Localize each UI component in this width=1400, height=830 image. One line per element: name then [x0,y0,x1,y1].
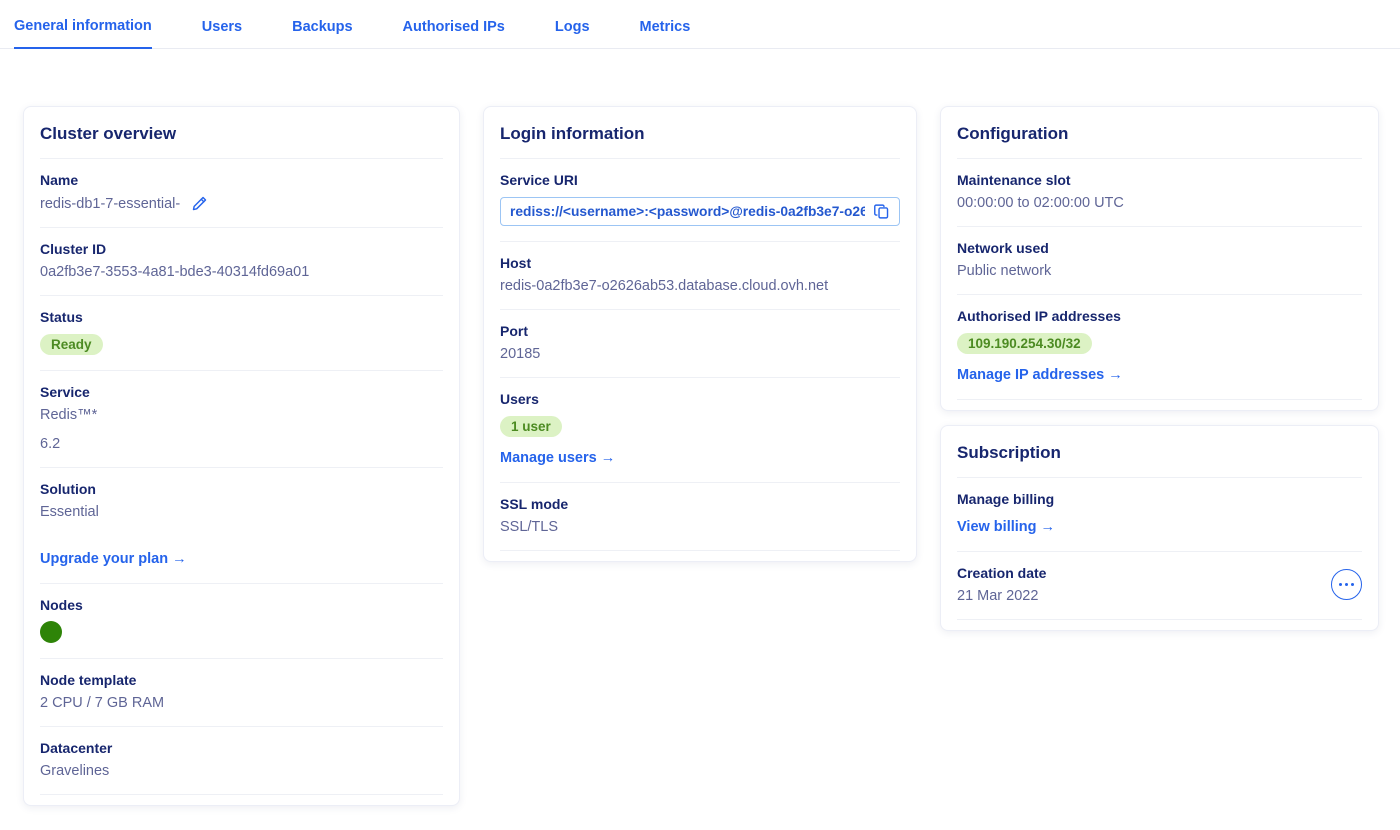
tab-general-information[interactable]: General information [14,18,152,49]
solution-value: Essential [40,504,443,520]
subscription-card: Subscription Manage billing View billing… [940,425,1379,631]
node-template-label: Node template [40,672,443,688]
service-uri-value: rediss://<username>:<password>@redis-0a2… [510,204,865,219]
status-badge: Ready [40,334,103,355]
cluster-id-label: Cluster ID [40,241,443,257]
login-information-title: Login information [500,107,900,159]
field-status: Status Ready [40,296,443,371]
cluster-overview-title: Cluster overview [40,107,443,159]
authorised-ip-badge: 109.190.254.30/32 [957,333,1092,354]
tab-backups[interactable]: Backups [292,19,352,48]
tab-metrics[interactable]: Metrics [640,19,691,48]
port-label: Port [500,323,900,339]
field-nodes: Nodes [40,584,443,659]
name-value: redis-db1-7-essential- [40,196,180,212]
field-users: Users 1 user Manage users → [500,378,900,483]
maintenance-slot-label: Maintenance slot [957,172,1362,188]
ellipsis-icon[interactable] [1331,569,1362,600]
field-service: Service Redis™* 6.2 [40,371,443,468]
authorised-ips-label: Authorised IP addresses [957,308,1362,324]
subscription-title: Subscription [957,426,1362,478]
creation-date-label: Creation date [957,565,1046,581]
node-status-green-dot-icon [40,621,62,643]
field-name: Name redis-db1-7-essential- [40,159,443,228]
cluster-id-value: 0a2fb3e7-3553-4a81-bde3-40314fd69a01 [40,264,443,280]
copy-icon[interactable] [873,203,890,220]
host-label: Host [500,255,900,271]
name-label: Name [40,172,443,188]
datacenter-label: Datacenter [40,740,443,756]
field-solution: Solution Essential Upgrade your plan → [40,468,443,584]
maintenance-slot-value: 00:00:00 to 02:00:00 UTC [957,195,1362,211]
right-column: Configuration Maintenance slot 00:00:00 … [940,106,1379,631]
network-used-label: Network used [957,240,1362,256]
pencil-icon[interactable] [191,195,208,212]
field-host: Host redis-0a2fb3e7-o2626ab53.database.c… [500,242,900,310]
ssl-mode-label: SSL mode [500,496,900,512]
network-used-value: Public network [957,263,1362,279]
field-node-template: Node template 2 CPU / 7 GB RAM [40,659,443,727]
manage-ip-addresses-link[interactable]: Manage IP addresses → [957,367,1123,383]
field-maintenance-slot: Maintenance slot 00:00:00 to 02:00:00 UT… [957,159,1362,227]
datacenter-value: Gravelines [40,763,443,779]
tab-users[interactable]: Users [202,19,242,48]
host-value: redis-0a2fb3e7-o2626ab53.database.cloud.… [500,278,900,294]
port-value: 20185 [500,346,900,362]
service-uri-label: Service URI [500,172,900,188]
tab-bar: General information Users Backups Author… [0,0,1400,49]
manage-users-link[interactable]: Manage users → [500,450,615,466]
field-authorised-ips: Authorised IP addresses 109.190.254.30/3… [957,295,1362,400]
upgrade-plan-link[interactable]: Upgrade your plan → [40,551,187,567]
field-creation-date: Creation date 21 Mar 2022 [957,552,1362,620]
service-uri-box: rediss://<username>:<password>@redis-0a2… [500,197,900,226]
users-label: Users [500,391,900,407]
field-manage-billing: Manage billing View billing → [957,478,1362,552]
field-datacenter: Datacenter Gravelines [40,727,443,795]
status-label: Status [40,309,443,325]
creation-date-value: 21 Mar 2022 [957,588,1046,604]
field-port: Port 20185 [500,310,900,378]
tab-authorised-ips[interactable]: Authorised IPs [403,19,505,48]
configuration-card: Configuration Maintenance slot 00:00:00 … [940,106,1379,411]
manage-billing-label: Manage billing [957,491,1362,507]
service-label: Service [40,384,443,400]
main-content: Cluster overview Name redis-db1-7-essent… [0,49,1400,830]
configuration-title: Configuration [957,107,1362,159]
solution-label: Solution [40,481,443,497]
field-cluster-id: Cluster ID 0a2fb3e7-3553-4a81-bde3-40314… [40,228,443,296]
node-template-value: 2 CPU / 7 GB RAM [40,695,443,711]
nodes-label: Nodes [40,597,443,613]
field-ssl-mode: SSL mode SSL/TLS [500,483,900,551]
view-billing-link[interactable]: View billing → [957,519,1055,535]
login-information-card: Login information Service URI rediss://<… [483,106,917,562]
users-count-badge: 1 user [500,416,562,437]
ssl-mode-value: SSL/TLS [500,519,900,535]
field-service-uri: Service URI rediss://<username>:<passwor… [500,159,900,242]
field-network-used: Network used Public network [957,227,1362,295]
cluster-overview-card: Cluster overview Name redis-db1-7-essent… [23,106,460,806]
service-version-value: 6.2 [40,436,443,452]
tab-logs[interactable]: Logs [555,19,590,48]
service-engine-value: Redis™* [40,407,443,423]
